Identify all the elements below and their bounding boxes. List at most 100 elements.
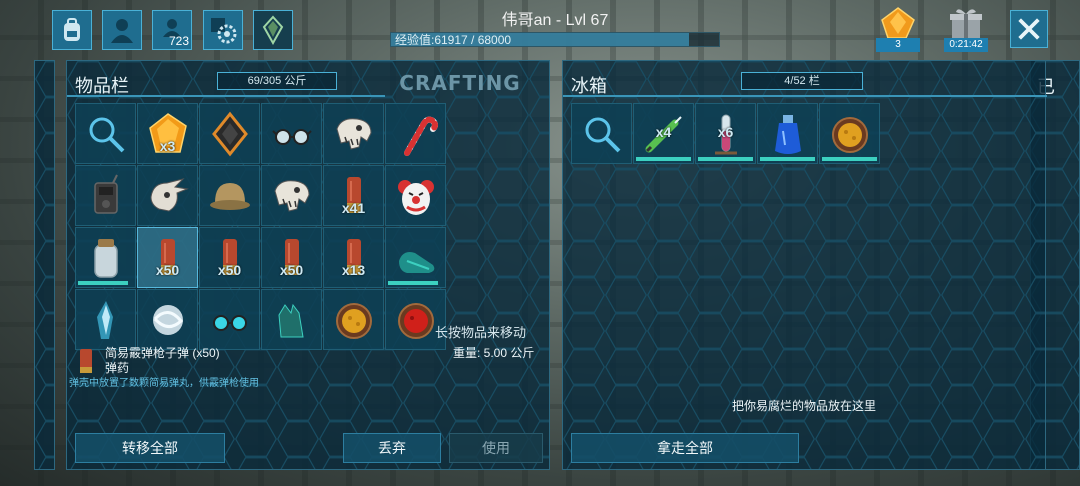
inventory-search-slot[interactable] — [75, 103, 136, 164]
fridge-slot[interactable] — [757, 103, 818, 164]
tab-crafting[interactable]: CRAFTING — [385, 68, 535, 98]
close-icon — [1018, 18, 1040, 40]
stew-red-icon — [397, 302, 434, 339]
inventory-slot[interactable] — [385, 227, 446, 288]
gem-count: 3 — [876, 38, 920, 52]
inventory-slot[interactable] — [261, 103, 322, 164]
inventory-slot[interactable] — [75, 165, 136, 226]
xp-bar: 经验值:61917 / 68000 — [390, 32, 720, 47]
fridge-empty-hint: 把你易腐烂的物品放在这里 — [731, 399, 876, 413]
use-button[interactable]: 使用 — [449, 433, 543, 463]
implant-icon — [211, 111, 248, 156]
durability-bar — [760, 157, 815, 161]
radio-icon — [93, 174, 118, 214]
dino-skull-icon — [335, 117, 372, 150]
durability-bar — [78, 281, 128, 285]
take-all-button[interactable]: 拿走全部 — [571, 433, 799, 463]
item-quantity: x50 — [279, 262, 304, 278]
durability-bar — [822, 157, 877, 161]
gift-timer-text: 0:21:42 — [944, 38, 988, 52]
fridge-slots-text: 4/52 栏 — [784, 75, 820, 87]
fridge-grid: x4 x6 — [571, 103, 942, 164]
inventory-slot[interactable] — [75, 289, 136, 350]
item-quantity: x4 — [655, 124, 672, 140]
inventory-slot[interactable] — [385, 165, 446, 226]
fridge-panel: 冰箱 4/52 栏 x4 x6 把你易腐烂的物品放在这里 拿走全部 — [562, 60, 1047, 470]
character-icon — [111, 19, 133, 43]
engrams-button[interactable] — [203, 10, 243, 50]
fridge-slots-bar: 4/52 栏 — [741, 72, 863, 90]
inventory-slot[interactable] — [261, 165, 322, 226]
gift-timer[interactable]: 0:21:42 — [944, 6, 988, 52]
item-quantity: x13 — [341, 262, 366, 278]
inventory-slot[interactable] — [385, 103, 446, 164]
inventory-slot[interactable] — [137, 165, 198, 226]
xp-text: 经验值:61917 / 68000 — [395, 33, 512, 47]
inventory-slot[interactable]: x3 — [137, 103, 198, 164]
search-icon — [585, 117, 620, 152]
inventory-slot[interactable]: x50 — [137, 227, 198, 288]
crystal-button[interactable] — [253, 10, 293, 50]
pith-helmet-icon — [209, 182, 250, 210]
gem-counter[interactable]: 3 — [876, 6, 920, 52]
tribe-count: 723 — [168, 34, 189, 48]
inventory-grid: x3 x41 x50 x50 x50 x13 — [75, 103, 446, 350]
crystal-shard-icon — [96, 300, 113, 339]
inventory-panel: 物品栏 69/305 公斤 CRAFTING x3 x41 x50 x50 x50 x13… — [66, 60, 550, 470]
fridge-slot[interactable]: x4 — [633, 103, 694, 164]
candy-cane-icon — [403, 116, 438, 156]
transfer-all-button[interactable]: 转移全部 — [75, 433, 225, 463]
clown-mask-icon — [397, 179, 434, 215]
selected-item-icon — [80, 349, 92, 373]
move-hint: 长按物品来移动 — [435, 325, 527, 340]
selected-item-description: 弹壳中放置了数颗简易弹丸，供霰弹枪使用 — [69, 378, 259, 389]
inventory-slot[interactable]: x50 — [199, 227, 260, 288]
backpack-icon — [64, 18, 80, 41]
left-side-panel — [34, 60, 55, 470]
gift-icon — [950, 9, 982, 38]
trike-skull-icon — [149, 177, 189, 212]
item-quantity: x50 — [155, 262, 180, 278]
close-button[interactable] — [1010, 10, 1048, 48]
inventory-slot[interactable] — [137, 289, 198, 350]
title-underline — [67, 95, 385, 97]
glasses-icon — [271, 128, 312, 145]
durability-bar — [388, 281, 438, 285]
backpack-button[interactable] — [52, 10, 92, 50]
inventory-slot[interactable] — [75, 227, 136, 288]
tribe-button[interactable]: 723 — [152, 10, 192, 50]
item-quantity: x50 — [217, 262, 242, 278]
cyan-goggles-icon — [212, 314, 247, 331]
engram-gear-icon — [211, 18, 237, 44]
silk-orb-icon — [152, 304, 183, 335]
character-button[interactable] — [102, 10, 142, 50]
inventory-slot[interactable]: x13 — [323, 227, 384, 288]
inventory-slot[interactable] — [199, 165, 260, 226]
selected-item-weight: 重量: 5.00 公斤 — [453, 346, 535, 360]
gem-icon — [881, 7, 915, 39]
fridge-slot[interactable]: x6 — [695, 103, 756, 164]
player-name-level: 伟哥an - Lvl 67 — [501, 12, 609, 29]
drop-button[interactable]: 丢弃 — [343, 433, 441, 463]
inventory-slot[interactable] — [261, 289, 322, 350]
fridge-empty-slot[interactable] — [881, 103, 942, 164]
item-quantity: x3 — [159, 138, 176, 154]
inventory-slot[interactable] — [323, 103, 384, 164]
inventory-slot[interactable]: x41 — [323, 165, 384, 226]
stew-orange-icon — [335, 302, 372, 339]
inventory-weight-bar: 69/305 公斤 — [217, 72, 337, 90]
search-icon — [89, 117, 124, 152]
durability-bar — [636, 157, 691, 161]
durability-bar — [698, 157, 753, 161]
inventory-slot[interactable]: x50 — [261, 227, 322, 288]
stew-orange-icon — [831, 116, 868, 153]
crystal-icon — [262, 15, 284, 45]
item-quantity: x41 — [341, 200, 366, 216]
fridge-search-slot[interactable] — [571, 103, 632, 164]
inventory-slot[interactable] — [199, 103, 260, 164]
inventory-weight-text: 69/305 公斤 — [247, 75, 307, 87]
inventory-slot[interactable] — [323, 289, 384, 350]
water-jar-icon — [93, 238, 118, 278]
fridge-slot[interactable] — [819, 103, 880, 164]
inventory-slot[interactable] — [199, 289, 260, 350]
